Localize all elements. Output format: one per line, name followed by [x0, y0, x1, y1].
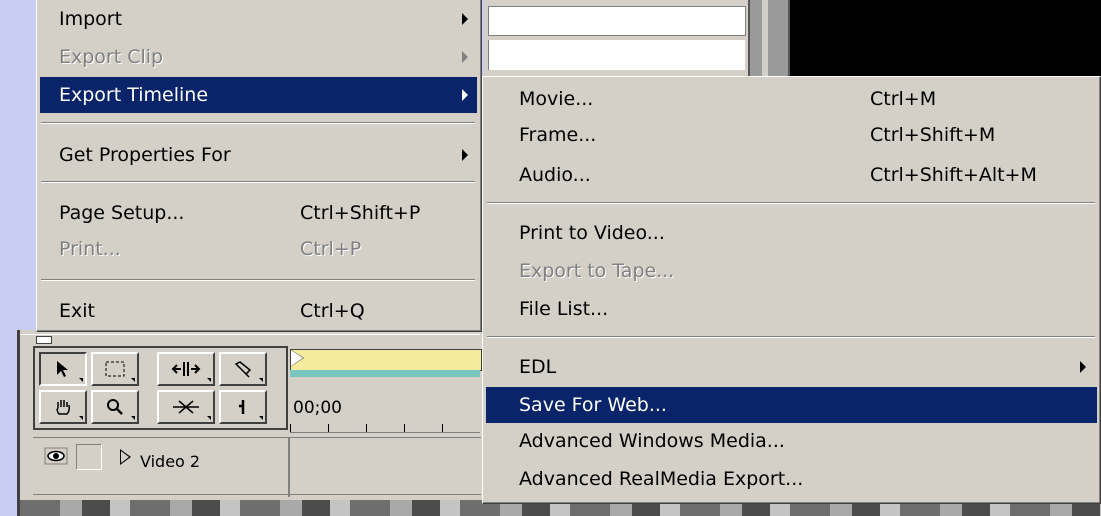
track-name: Video 2	[140, 452, 201, 471]
project-list-field	[488, 6, 746, 36]
file-menu: Import Export Clip Export Timeline Get P…	[36, 0, 482, 332]
menu-separator	[41, 181, 475, 183]
menu-item-label: EDL	[519, 356, 557, 378]
zoom-tool-icon[interactable]	[91, 390, 139, 424]
menu-item-edl[interactable]: EDL	[486, 349, 1097, 385]
menu-item-shortcut: Ctrl+Shift+M	[870, 124, 996, 146]
submenu-arrow-icon	[462, 89, 468, 101]
razor-tool-icon[interactable]	[219, 352, 267, 386]
menu-item-label: Export Timeline	[59, 84, 209, 106]
menu-item-export-timeline[interactable]: Export Timeline	[40, 77, 477, 113]
menu-item-advanced-windows-media[interactable]: Advanced Windows Media...	[486, 423, 1097, 459]
menu-item-save-for-web[interactable]: Save For Web...	[486, 387, 1097, 423]
timeline-grip-icon[interactable]	[36, 336, 52, 344]
selection-tool-icon[interactable]	[39, 352, 87, 386]
menu-item-export-clip: Export Clip	[40, 39, 477, 75]
menu-separator	[487, 202, 1095, 204]
submenu-arrow-icon	[462, 51, 468, 63]
menu-item-page-setup[interactable]: Page Setup... Ctrl+Shift+P	[40, 195, 477, 231]
timecode-label: 00;00	[293, 398, 342, 418]
menu-item-exit[interactable]: Exit Ctrl+Q	[40, 293, 477, 329]
menu-item-label: Export to Tape...	[519, 260, 675, 282]
work-area-bar[interactable]	[290, 349, 482, 371]
menu-item-shortcut: Ctrl+M	[870, 88, 937, 110]
menu-item-label: Movie...	[519, 88, 594, 110]
ripple-edit-tool-icon[interactable]	[157, 352, 215, 386]
in-out-point-tool-icon[interactable]	[219, 390, 267, 424]
menu-item-label: Frame...	[519, 124, 597, 146]
menu-item-label: Export Clip	[59, 46, 164, 68]
menu-item-file-list[interactable]: File List...	[486, 291, 1097, 327]
menu-separator	[41, 279, 475, 281]
range-select-tool-icon[interactable]	[91, 352, 139, 386]
project-list-field-2	[488, 40, 745, 70]
menu-item-advanced-realmedia-export[interactable]: Advanced RealMedia Export...	[486, 461, 1097, 497]
lock-toggle[interactable]	[76, 444, 102, 470]
timeline-toolbox	[33, 346, 288, 430]
menu-item-label: Import	[59, 8, 123, 30]
menu-item-label: Print...	[59, 238, 121, 260]
menu-item-label: Save For Web...	[519, 394, 667, 416]
menu-item-movie[interactable]: Movie... Ctrl+M	[486, 81, 1097, 117]
menu-item-export-to-tape: Export to Tape...	[486, 253, 1097, 289]
menu-item-label: Advanced RealMedia Export...	[519, 468, 804, 490]
preview-render-bar	[290, 370, 480, 377]
menu-item-shortcut: Ctrl+Q	[300, 300, 365, 322]
menu-item-label: Exit	[59, 300, 95, 322]
menu-item-shortcut: Ctrl+Shift+P	[300, 202, 421, 224]
time-ruler-ticks[interactable]	[290, 424, 480, 432]
cross-fade-tool-icon[interactable]	[157, 390, 215, 424]
menu-item-label: Get Properties For	[59, 144, 231, 166]
menu-item-shortcut: Ctrl+P	[300, 238, 362, 260]
hand-tool-icon[interactable]	[39, 390, 87, 424]
export-timeline-submenu: Movie... Ctrl+M Frame... Ctrl+Shift+M Au…	[482, 76, 1101, 504]
menu-item-label: Page Setup...	[59, 202, 185, 224]
timeline-titlebar	[20, 334, 480, 345]
menu-item-label: File List...	[519, 298, 609, 320]
menu-item-get-properties-for[interactable]: Get Properties For	[40, 137, 477, 173]
work-area-marker-icon[interactable]	[291, 350, 303, 366]
monitor-preview	[790, 0, 1101, 76]
menu-item-print-to-video[interactable]: Print to Video...	[486, 215, 1097, 251]
menu-item-shortcut: Ctrl+Shift+Alt+M	[870, 164, 1037, 186]
expand-track-icon[interactable]	[120, 449, 131, 465]
menu-item-print: Print... Ctrl+P	[40, 231, 477, 267]
menu-item-audio[interactable]: Audio... Ctrl+Shift+Alt+M	[486, 157, 1097, 193]
time-ruler-baseline	[290, 432, 480, 433]
menu-item-import[interactable]: Import	[40, 1, 477, 37]
eye-icon[interactable]	[42, 444, 70, 468]
menu-separator	[487, 336, 1095, 338]
submenu-arrow-icon	[462, 13, 468, 25]
menu-separator	[41, 122, 475, 124]
menu-item-label: Print to Video...	[519, 222, 665, 244]
panel-splitter[interactable]	[748, 0, 790, 76]
submenu-arrow-icon	[462, 149, 468, 161]
menu-item-frame[interactable]: Frame... Ctrl+Shift+M	[486, 117, 1097, 153]
menu-item-label: Audio...	[519, 164, 591, 186]
menu-item-label: Advanced Windows Media...	[519, 430, 785, 452]
submenu-arrow-icon	[1080, 361, 1086, 373]
track-divider	[288, 437, 290, 497]
